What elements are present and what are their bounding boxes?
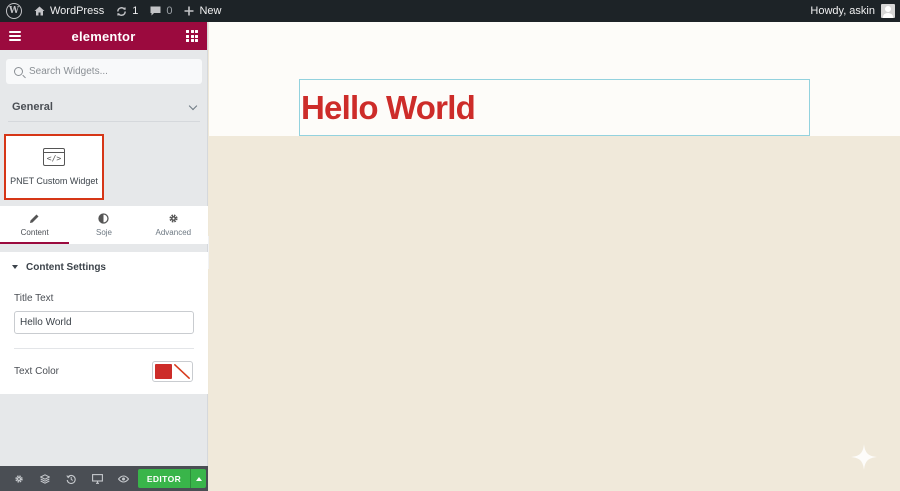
page-heading: Hello World [301, 88, 476, 126]
site-name: WordPress [50, 5, 105, 17]
settings-button[interactable] [6, 474, 32, 484]
wp-admin-bar: W WordPress 1 0 New Howdy, askin [0, 0, 900, 22]
category-general[interactable]: General [0, 92, 208, 122]
category-title: General [12, 101, 53, 113]
save-options-button[interactable] [190, 469, 206, 488]
sparkle-icon [851, 444, 877, 470]
page-section: Hello World [209, 22, 900, 136]
tab-style[interactable]: Soje [69, 206, 138, 244]
elementor-panel: elementor General </> PNET Custom Widget… [0, 22, 208, 491]
desktop-icon [91, 473, 103, 484]
title-text-label: Title Text [14, 293, 54, 304]
section-toggle[interactable]: Content Settings [0, 252, 208, 282]
eye-icon [117, 474, 129, 483]
preview-canvas: Hello World [209, 22, 900, 491]
home-icon [34, 6, 45, 16]
refresh-icon [117, 6, 127, 16]
tab-advanced[interactable]: Advanced [139, 206, 208, 244]
avatar [881, 4, 895, 18]
divider [8, 121, 200, 122]
navigator-button[interactable] [32, 473, 58, 484]
code-icon: </> [43, 148, 65, 166]
updates-count: 1 [132, 5, 139, 17]
panel-tabs: Content Soje Advanced [0, 206, 208, 244]
responsive-mode-button[interactable] [84, 473, 110, 484]
plus-icon [184, 6, 194, 16]
panel-header: elementor [0, 22, 207, 50]
history-button[interactable] [58, 474, 84, 484]
text-color-label: Text Color [14, 366, 60, 377]
site-name-menu[interactable]: WordPress [28, 0, 110, 22]
pencil-icon [30, 214, 39, 223]
elementor-logo: elementor [71, 28, 136, 44]
updates-menu[interactable]: 1 [110, 0, 144, 22]
widgets-grid-icon[interactable] [186, 30, 198, 42]
heading-widget[interactable]: Hello World [299, 79, 810, 136]
gear-icon [169, 214, 178, 223]
comment-icon [150, 6, 161, 16]
menu-icon[interactable] [9, 31, 21, 41]
content-settings-section: Content Settings Title Text Text Color [0, 252, 208, 394]
preview-button[interactable] [110, 474, 136, 483]
editor-save-group: EDITOR [138, 469, 206, 488]
text-color-picker[interactable] [152, 361, 193, 382]
title-text-input[interactable] [14, 311, 194, 334]
divider [14, 348, 194, 349]
comments-count: 0 [166, 5, 173, 17]
greeting: Howdy, askin [810, 5, 875, 17]
search-icon [14, 67, 23, 76]
widget-search [6, 59, 202, 84]
tab-label: Advanced [155, 228, 192, 237]
editor-button[interactable]: EDITOR [138, 469, 190, 488]
history-icon [66, 474, 76, 484]
search-input[interactable] [29, 66, 189, 77]
chevron-down-icon [188, 101, 198, 110]
pnet-custom-widget[interactable]: </> PNET Custom Widget [4, 134, 104, 200]
new-content-menu[interactable]: New [178, 0, 227, 22]
clear-color-icon[interactable] [173, 364, 190, 379]
section-title: Content Settings [26, 261, 106, 273]
widget-label: PNET Custom Widget [10, 176, 98, 186]
comments-menu[interactable]: 0 [144, 0, 178, 22]
color-swatch[interactable] [155, 364, 172, 379]
new-label: New [199, 5, 222, 17]
tab-label: Soje [95, 228, 112, 237]
panel-footer: EDITOR [0, 466, 208, 491]
tab-content[interactable]: Content [0, 206, 70, 244]
wp-logo-menu[interactable]: W [0, 0, 28, 22]
layers-icon [40, 473, 50, 484]
gear-icon [15, 474, 23, 483]
half-circle-icon [98, 213, 110, 224]
caret-up-icon [195, 476, 202, 481]
wordpress-icon: W [6, 3, 22, 19]
tab-label: Content [20, 228, 49, 237]
caret-down-icon [12, 265, 18, 269]
my-account-menu[interactable]: Howdy, askin [804, 0, 900, 22]
